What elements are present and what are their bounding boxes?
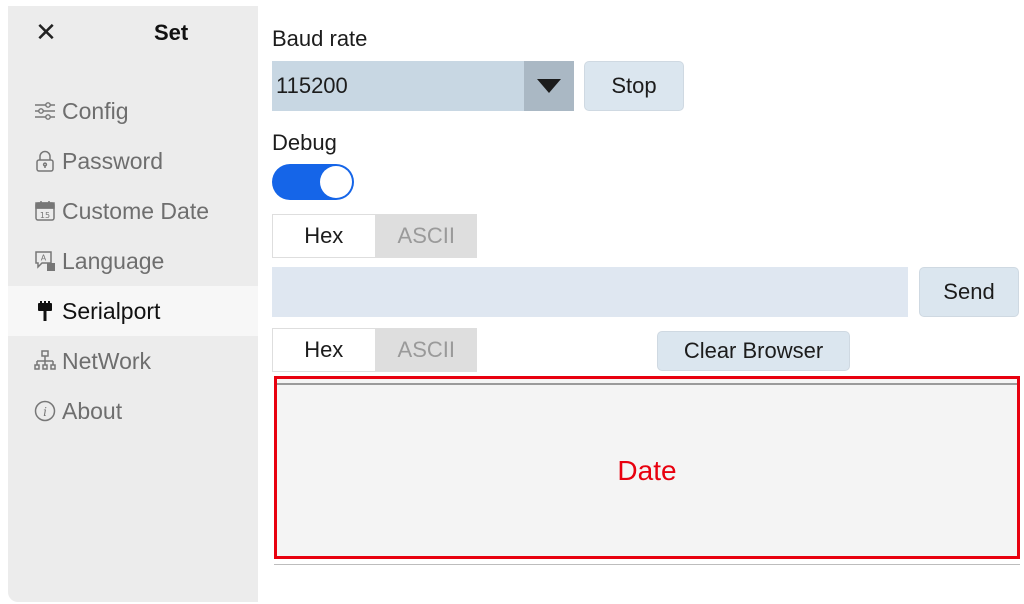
serial-connector-icon <box>32 298 58 324</box>
sidebar-item-label: Language <box>62 247 165 274</box>
svg-text:i: i <box>43 405 47 419</box>
stop-button[interactable]: Stop <box>584 61 684 111</box>
receive-format-hex[interactable]: Hex <box>272 328 376 372</box>
send-format-hex[interactable]: Hex <box>272 214 376 258</box>
close-icon[interactable]: ✕ <box>34 19 58 45</box>
receive-browser[interactable]: Date <box>274 376 1020 559</box>
panel-divider <box>274 564 1020 565</box>
debug-toggle[interactable] <box>272 164 354 200</box>
clear-browser-button[interactable]: Clear Browser <box>657 331 850 371</box>
send-input[interactable] <box>272 267 908 317</box>
sidebar-item-label: Config <box>62 97 129 124</box>
baud-rate-value: 115200 <box>276 73 348 98</box>
send-button[interactable]: Send <box>919 267 1019 317</box>
toggle-knob <box>320 166 352 198</box>
receive-format-switch[interactable]: Hex ASCII <box>272 328 477 372</box>
sidebar: ✕ Set Config Password 15 Custome Date A … <box>8 6 258 602</box>
sidebar-item-language[interactable]: A Language <box>8 236 258 286</box>
sidebar-item-label: About <box>62 397 123 424</box>
sidebar-item-label: Password <box>62 147 163 174</box>
browser-top-rule <box>277 383 1017 385</box>
svg-text:15: 15 <box>40 211 50 220</box>
lock-icon <box>32 148 58 174</box>
sidebar-item-about[interactable]: i About <box>8 386 258 436</box>
sliders-icon <box>32 98 58 124</box>
sidebar-item-network[interactable]: NetWork <box>8 336 258 386</box>
send-format-ascii[interactable]: ASCII <box>376 214 478 258</box>
sidebar-item-serialport[interactable]: Serialport <box>8 286 258 336</box>
debug-label: Debug <box>272 130 337 155</box>
baud-rate-select[interactable]: 115200 <box>272 61 574 111</box>
sidebar-item-label: Custome Date <box>62 197 210 224</box>
language-icon: A <box>32 248 58 274</box>
settings-window: ✕ Set Config Password 15 Custome Date A … <box>8 6 1022 602</box>
serialport-panel: Baud rate 115200 Stop Debug Hex ASCII Se… <box>258 6 1022 602</box>
info-icon: i <box>32 398 58 424</box>
sidebar-item-custome-date[interactable]: 15 Custome Date <box>8 186 258 236</box>
receive-format-ascii[interactable]: ASCII <box>376 328 478 372</box>
sidebar-item-config[interactable]: Config <box>8 86 258 136</box>
sidebar-item-label: NetWork <box>62 347 152 374</box>
baud-rate-label: Baud rate <box>272 26 368 51</box>
sidebar-title: Set <box>154 20 189 45</box>
svg-text:A: A <box>41 254 47 263</box>
calendar-icon: 15 <box>32 198 58 224</box>
network-icon <box>32 348 58 374</box>
sidebar-item-label: Serialport <box>62 297 161 324</box>
dropdown-arrow-icon[interactable] <box>524 61 574 111</box>
browser-placeholder-text: Date <box>617 455 677 486</box>
send-format-switch[interactable]: Hex ASCII <box>272 214 477 258</box>
sidebar-item-password[interactable]: Password <box>8 136 258 186</box>
